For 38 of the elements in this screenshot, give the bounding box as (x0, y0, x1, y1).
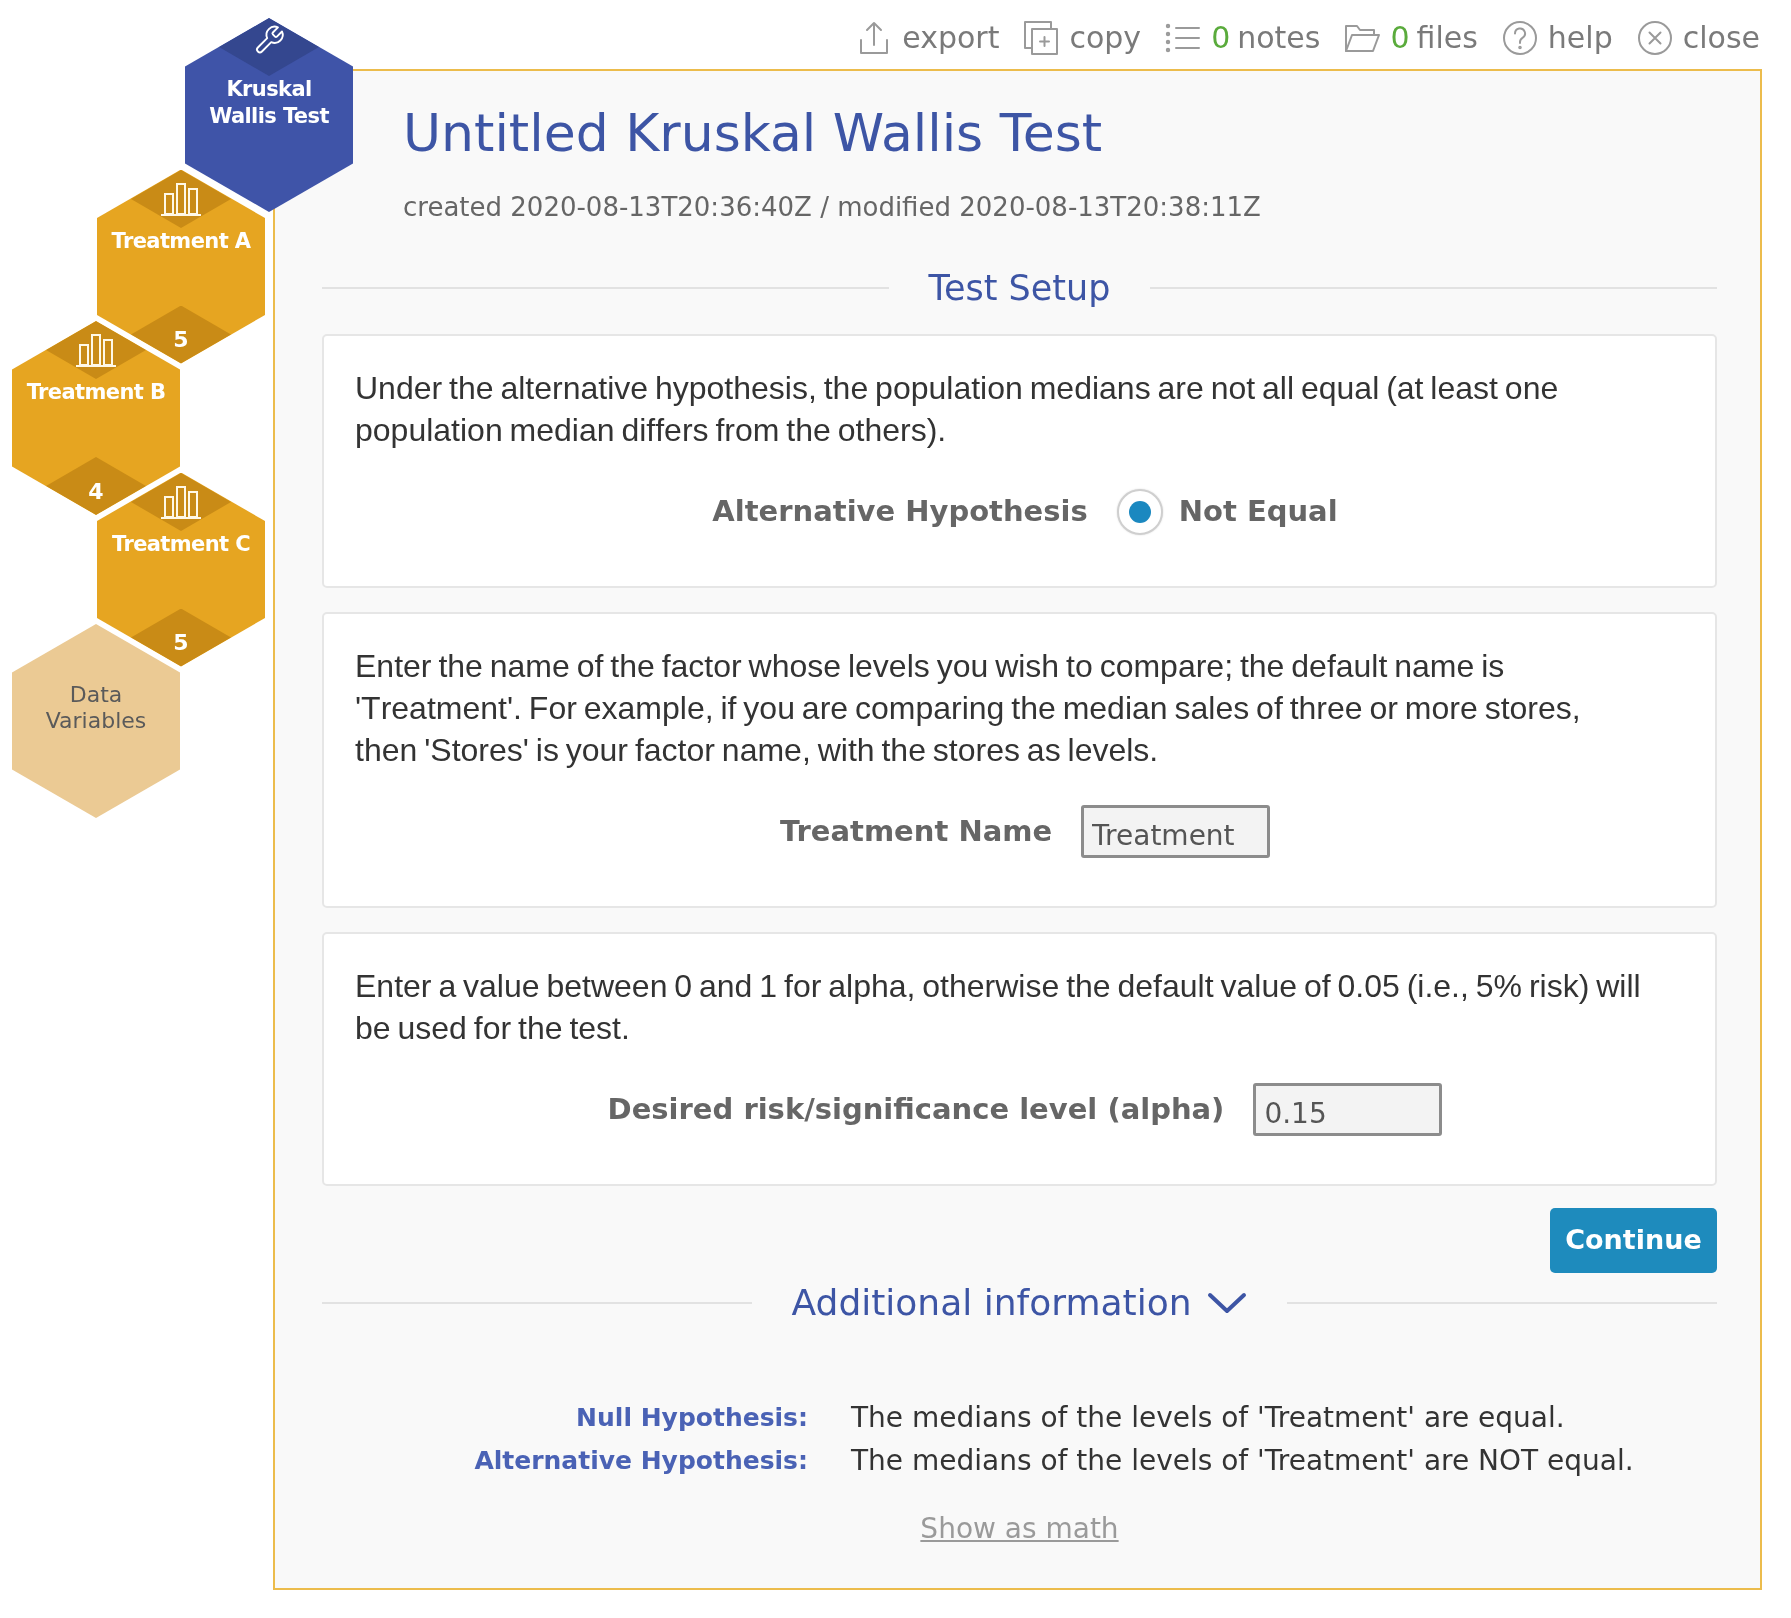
description-text: Enter the name of the factor whose levels you wish to compare; the default name is 'Treatment'. For example, if you are comparing the median sales of three or more stores, then 'Stores' is your factor name, with the stores as levels. (355, 647, 1582, 770)
description-text: Under the alternative hypothesis, the population medians are not all equal (at least one population median differs from the others). (355, 369, 1560, 450)
count-badge: 4 (46, 457, 146, 515)
count-badge: 5 (131, 305, 231, 364)
section-heading: Test Setup (928, 267, 1111, 310)
page-title: Untitled Kruskal Wallis Test (403, 102, 1104, 165)
help-icon (1501, 19, 1538, 56)
text-input[interactable]: Treatment (1081, 805, 1271, 858)
text-input[interactable]: 0.15 (1253, 1083, 1443, 1136)
notes-count: 0 (1211, 19, 1231, 55)
radio-button[interactable] (1116, 488, 1163, 535)
hypothesis-label: Alternative Hypothesis: (474, 1445, 808, 1477)
additional-information-toggle[interactable]: Additional information (791, 1279, 1248, 1327)
help-button[interactable]: help (1501, 19, 1613, 56)
description-text: Enter a value between 0 and 1 for alpha, otherwise the default value of 0.05 (i.e., 5% risk) will be used for the test. (355, 967, 1642, 1048)
copy-icon (1023, 19, 1060, 56)
bar-chart-icon (131, 169, 231, 228)
field-label: Treatment Name (779, 812, 1053, 850)
continue-button[interactable]: Continue (1550, 1208, 1717, 1273)
files-count: 0 (1390, 19, 1410, 55)
close-button[interactable]: close (1636, 19, 1760, 56)
hypothesis-text: The medians of the levels of 'Treatment' are equal. (851, 1400, 1565, 1436)
field-label: Desired risk/significance level (alpha) (607, 1090, 1225, 1128)
bar-chart-icon (46, 321, 146, 379)
files-button[interactable]: 0 files (1344, 19, 1478, 56)
copy-button[interactable]: copy (1023, 19, 1142, 56)
hypothesis-label: Null Hypothesis: (576, 1402, 808, 1434)
timestamp-text: created 2020-08-13T20:36:40Z / modified 2020-08-13T20:38:11Z (403, 191, 1262, 224)
count-badge: 5 (131, 608, 231, 667)
notes-button[interactable]: 0 notes (1165, 19, 1321, 56)
bar-chart-icon (131, 472, 231, 531)
hypothesis-text: The medians of the levels of 'Treatment' are NOT equal. (851, 1443, 1634, 1479)
export-button[interactable]: export (856, 19, 1000, 56)
field-label: Alternative Hypothesis (712, 492, 1088, 530)
wrench-icon (219, 18, 319, 76)
radio-label[interactable]: Not Equal (1178, 489, 1338, 534)
show-as-math-link[interactable]: Show as math (920, 1511, 1119, 1547)
close-icon (1636, 19, 1673, 56)
